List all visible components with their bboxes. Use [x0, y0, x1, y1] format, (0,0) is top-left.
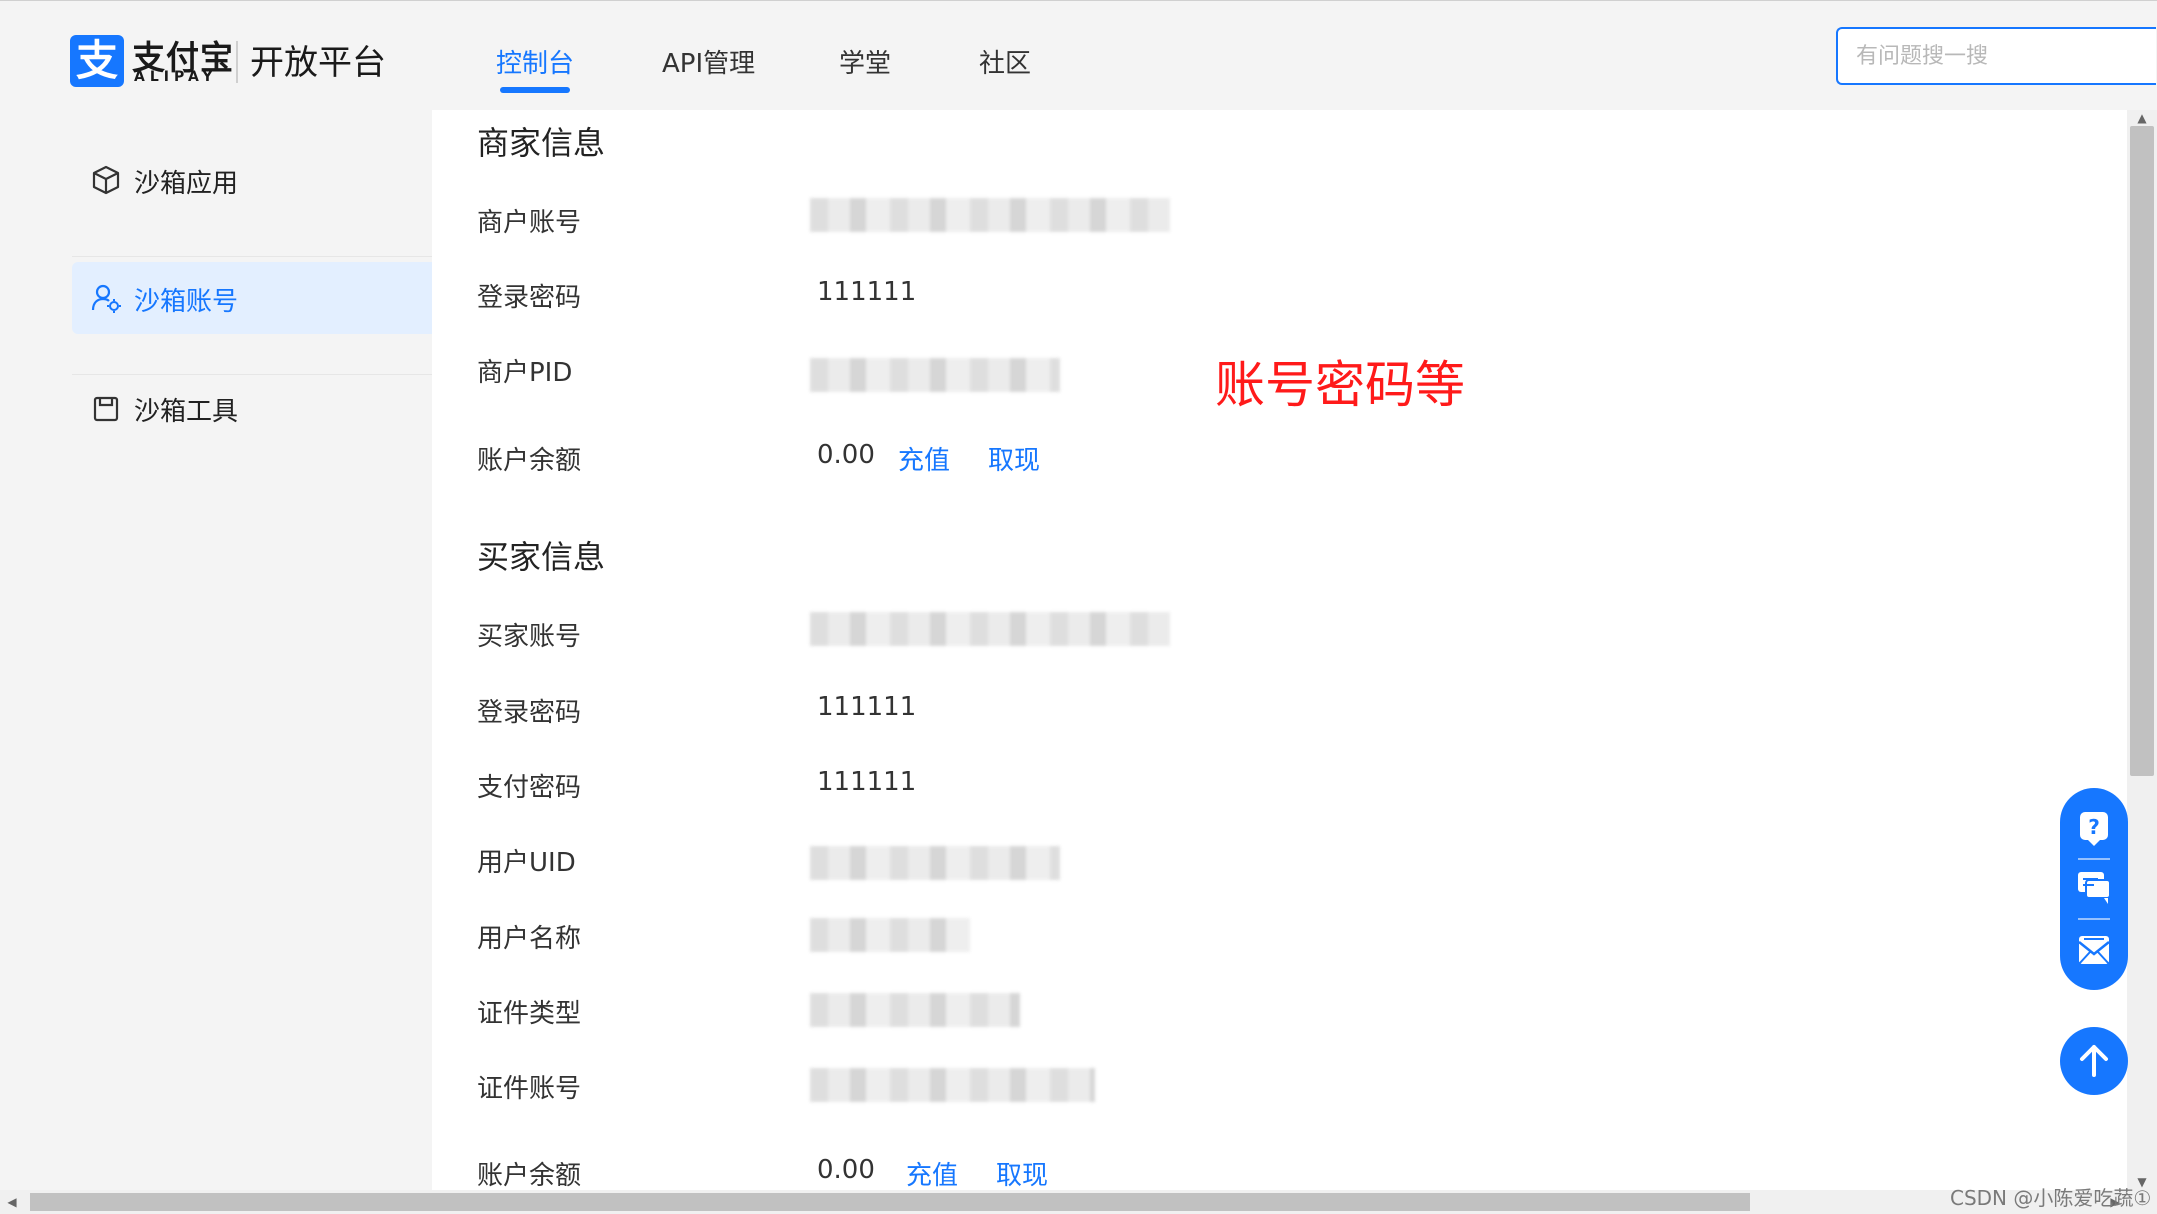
buyer-id-number-label: 证件账号	[477, 1074, 582, 1104]
buyer-pay-password-value: 111111	[817, 767, 917, 797]
buyer-section-title: 买家信息	[477, 538, 606, 576]
merchant-section-title: 商家信息	[477, 124, 606, 162]
sidebar: 沙箱应用沙箱账号沙箱工具	[0, 110, 432, 1190]
merchant-recharge-link[interactable]: 充值	[898, 440, 950, 477]
horizontal-scroll-thumb[interactable]	[30, 1193, 1750, 1211]
buyer-pay-password-label: 支付密码	[477, 773, 582, 803]
vertical-scroll-thumb[interactable]	[2130, 126, 2154, 776]
buyer-recharge-link[interactable]: 充值	[906, 1155, 958, 1190]
buyer-name-value-redacted	[810, 918, 970, 952]
logo-subtitle: ALIPAY	[134, 69, 218, 85]
sidebar-item-sandbox-app[interactable]: 沙箱应用	[72, 144, 432, 216]
bag-icon	[90, 392, 122, 424]
scroll-up-arrow-icon[interactable]: ▲	[2127, 110, 2157, 126]
buyer-uid-label: 用户UID	[477, 848, 576, 878]
buyer-balance-value: 0.00	[817, 1155, 875, 1185]
scroll-left-arrow-icon[interactable]: ◀	[0, 1190, 24, 1214]
merchant-pid-label: 商户PID	[477, 358, 573, 388]
back-to-top-button[interactable]	[2060, 1027, 2128, 1095]
buyer-id-number-value-redacted	[810, 1068, 1095, 1102]
buyer-name-label: 用户名称	[477, 924, 582, 954]
sidebar-item-label: 沙箱应用	[134, 169, 239, 199]
sidebar-item-label: 沙箱工具	[134, 397, 239, 427]
nav-community[interactable]: 社区	[979, 43, 1031, 80]
cube-icon	[90, 164, 122, 196]
chat-icon	[2078, 872, 2111, 904]
floating-toolbar: ?	[2060, 788, 2128, 990]
buyer-uid-value-redacted	[810, 846, 1060, 880]
user-settings-icon	[90, 282, 122, 314]
vertical-scrollbar[interactable]: ▲ ▼	[2127, 110, 2157, 1190]
nav-active-indicator	[500, 87, 570, 93]
chat-button[interactable]	[2060, 860, 2128, 916]
alipay-logo-icon[interactable]: 支	[70, 35, 124, 87]
help-button[interactable]: ?	[2060, 800, 2128, 856]
svg-text:?: ?	[2088, 815, 2100, 839]
merchant-login-password-value: 111111	[817, 277, 917, 307]
buyer-balance-label: 账户余额	[477, 1161, 582, 1190]
toolbar-divider	[2078, 918, 2110, 920]
nav-api-management[interactable]: API管理	[662, 43, 755, 80]
buyer-account-value-redacted	[810, 612, 1170, 646]
merchant-withdraw-link[interactable]: 取现	[988, 440, 1040, 477]
logo-divider	[236, 41, 238, 83]
feedback-button[interactable]	[2060, 922, 2128, 978]
top-header: 支 支付宝 ALIPAY 开放平台 控制台 API管理 学堂 社区	[0, 0, 2157, 111]
annotation-text: 账号密码等	[1215, 356, 1465, 414]
sidebar-item-label: 沙箱账号	[134, 287, 239, 317]
buyer-id-type-label: 证件类型	[477, 999, 582, 1029]
sidebar-item-sandbox-account[interactable]: 沙箱账号	[72, 262, 432, 334]
buyer-login-password-value: 111111	[817, 692, 917, 722]
buyer-id-type-value-redacted	[810, 993, 1020, 1027]
mail-icon	[2078, 936, 2110, 965]
merchant-login-password-label: 登录密码	[477, 283, 582, 313]
main-panel: 商家信息 商户账号 登录密码 111111 商户PID 账户余额 0.00 充值…	[432, 110, 2127, 1190]
buyer-login-password-label: 登录密码	[477, 698, 582, 728]
merchant-account-value-redacted	[810, 198, 1170, 232]
search-input[interactable]	[1836, 27, 2156, 85]
platform-title[interactable]: 开放平台	[250, 35, 386, 84]
merchant-balance-label: 账户余额	[477, 446, 582, 476]
sidebar-item-sandbox-tools[interactable]: 沙箱工具	[72, 372, 432, 444]
sidebar-divider	[72, 256, 432, 257]
buyer-withdraw-link[interactable]: 取现	[996, 1155, 1048, 1190]
nav-academy[interactable]: 学堂	[839, 43, 891, 80]
horizontal-scrollbar[interactable]: ◀ ▶	[0, 1190, 2157, 1214]
merchant-balance-value: 0.00	[817, 440, 875, 470]
merchant-account-label: 商户账号	[477, 208, 582, 238]
csdn-watermark: CSDN @小陈爱吃蔬①	[1950, 1186, 2152, 1210]
arrow-up-icon	[2080, 1045, 2108, 1077]
nav-console[interactable]: 控制台	[496, 43, 574, 80]
merchant-pid-value-redacted	[810, 358, 1060, 392]
help-icon: ?	[2080, 812, 2108, 846]
buyer-account-label: 买家账号	[477, 622, 582, 652]
